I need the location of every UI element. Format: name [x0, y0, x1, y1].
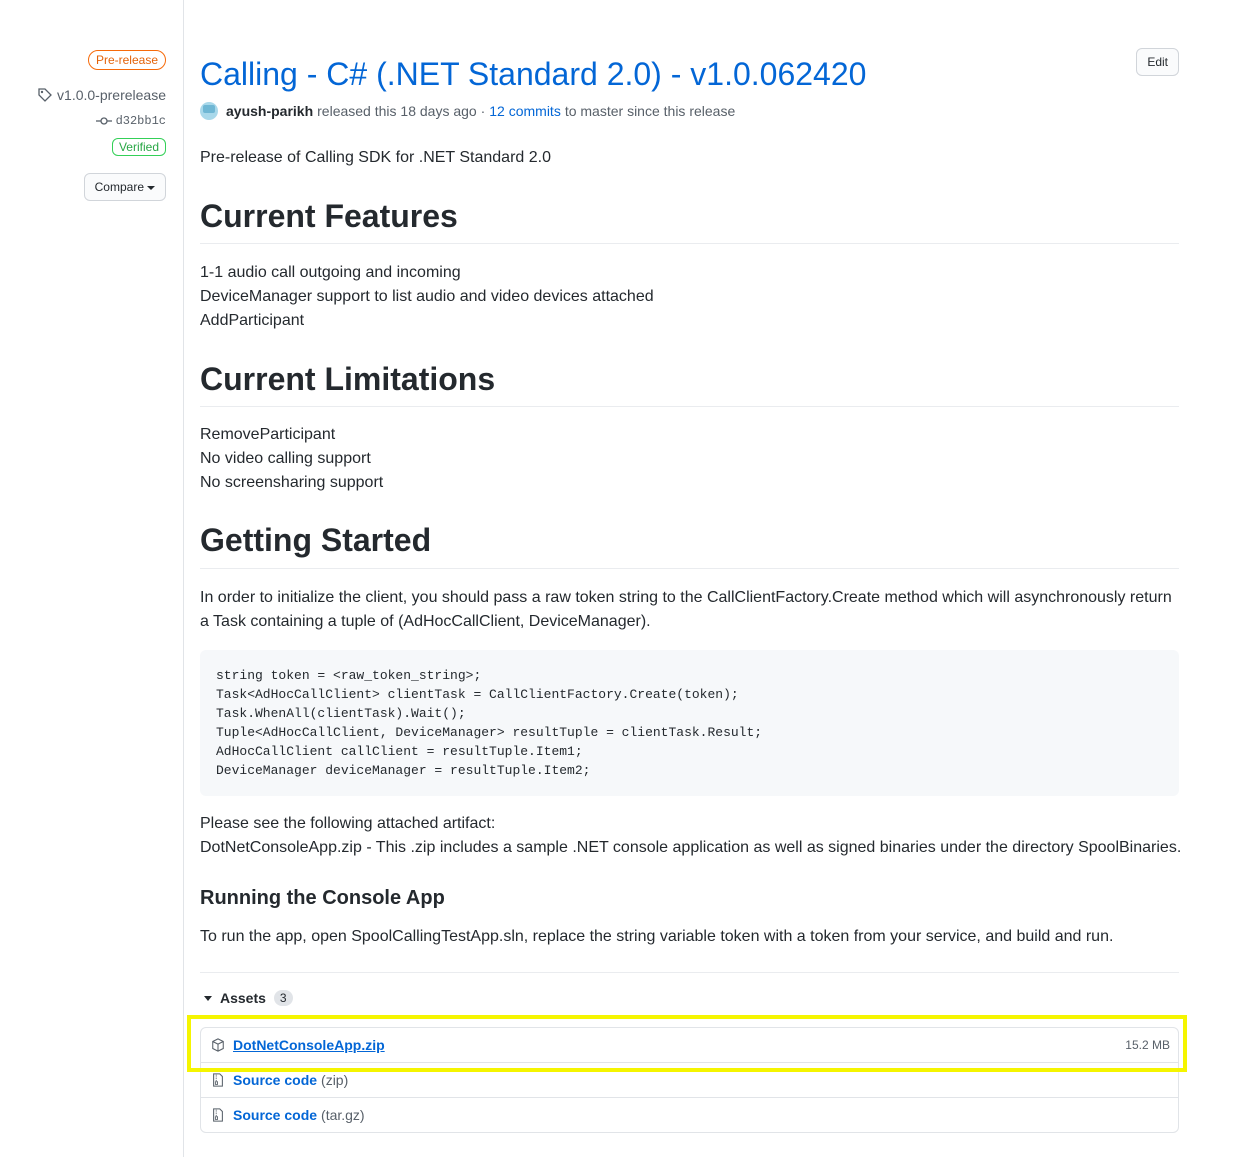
asset-row[interactable]: Source code (tar.gz): [201, 1097, 1178, 1132]
commit-sha: d32bb1c: [115, 114, 166, 128]
divider: [200, 243, 1179, 244]
prerelease-badge: Pre-release: [87, 50, 166, 70]
released-text: released this 18 days ago ·: [317, 103, 486, 119]
avatar[interactable]: [200, 102, 218, 120]
tag-icon: [38, 88, 52, 102]
artifact-text: DotNetConsoleApp.zip - This .zip include…: [200, 839, 1182, 856]
asset-row[interactable]: DotNetConsoleApp.zip 15.2 MB: [201, 1028, 1178, 1062]
getting-started-text: a Task containing a tuple of (AdHocCallC…: [200, 613, 651, 630]
tag-label: v1.0.0-prerelease: [57, 87, 166, 103]
file-zip-icon: [213, 1073, 223, 1087]
code-line: Task<AdHocCallClient> clientTask = CallC…: [216, 687, 739, 702]
assets-label: Assets: [220, 990, 266, 1006]
commit-icon: [95, 117, 112, 125]
file-zip-icon: [213, 1108, 223, 1122]
feature-item: 1-1 audio call outgoing and incoming: [200, 264, 461, 281]
divider: [200, 972, 1179, 973]
triangle-down-icon: [204, 995, 212, 1001]
asset-name-link[interactable]: DotNetConsoleApp.zip: [233, 1037, 385, 1053]
asset-ext: (tar.gz): [321, 1107, 365, 1123]
divider: [200, 406, 1179, 407]
limitation-item: No screensharing support: [200, 474, 384, 491]
getting-started-text: In order to initialize the client, you s…: [200, 589, 1172, 606]
assets-counter: 3: [273, 990, 293, 1006]
code-line: Task.WhenAll(clientTask).Wait();: [216, 706, 466, 721]
release-title[interactable]: Calling - C# (.NET Standard 2.0) - v1.0.…: [200, 52, 866, 96]
commits-suffix: to master since this release: [564, 103, 736, 119]
code-line: DeviceManager deviceManager = resultTupl…: [216, 763, 591, 778]
asset-name-link[interactable]: Source code: [233, 1107, 317, 1123]
artifact-text: Please see the following attached artifa…: [200, 815, 496, 832]
limitation-item: RemoveParticipant: [200, 426, 336, 443]
getting-started-heading: Getting Started: [200, 522, 432, 558]
edit-button[interactable]: Edit: [1136, 48, 1179, 76]
limitations-heading: Current Limitations: [200, 361, 496, 397]
console-heading: Running the Console App: [200, 887, 445, 909]
release-meta: ayush-parikh released this 18 days ago ·…: [200, 102, 735, 120]
asset-list: DotNetConsoleApp.zip 15.2 MB Source code…: [200, 1027, 1179, 1133]
commits-link[interactable]: 12 commits: [489, 103, 561, 119]
console-text: To run the app, open SpoolCallingTestApp…: [200, 928, 1114, 945]
feature-item: DeviceManager support to list audio and …: [200, 288, 654, 305]
feature-item: AddParticipant: [200, 312, 305, 329]
verified-badge[interactable]: Verified: [111, 138, 166, 156]
package-icon: [212, 1038, 224, 1052]
compare-label: Compare: [94, 180, 144, 194]
divider: [200, 568, 1179, 569]
caret-down-icon: [147, 185, 155, 190]
asset-ext: (zip): [321, 1072, 349, 1088]
tag-link[interactable]: v1.0.0-prerelease: [37, 87, 166, 103]
code-line: Tuple<AdHocCallClient, DeviceManager> re…: [216, 725, 763, 740]
intro-text: Pre-release of Calling SDK for .NET Stan…: [200, 149, 551, 166]
commit-link[interactable]: d32bb1c: [95, 114, 166, 128]
assets-toggle[interactable]: Assets 3: [204, 990, 293, 1006]
asset-row[interactable]: Source code (zip): [201, 1062, 1178, 1097]
features-heading: Current Features: [200, 198, 458, 234]
release-sidebar: Pre-release v1.0.0-prerelease d32bb1c Ve…: [0, 0, 184, 1157]
asset-size: 15.2 MB: [1125, 1038, 1170, 1052]
code-block: string token = <raw_token_string>; Task<…: [200, 650, 1179, 796]
compare-button[interactable]: Compare: [83, 173, 166, 201]
code-line: AdHocCallClient callClient = resultTuple…: [216, 744, 583, 759]
author-link[interactable]: ayush-parikh: [226, 103, 313, 119]
limitation-item: No video calling support: [200, 450, 371, 467]
asset-name-link[interactable]: Source code: [233, 1072, 317, 1088]
code-line: string token = <raw_token_string>;: [216, 668, 482, 683]
